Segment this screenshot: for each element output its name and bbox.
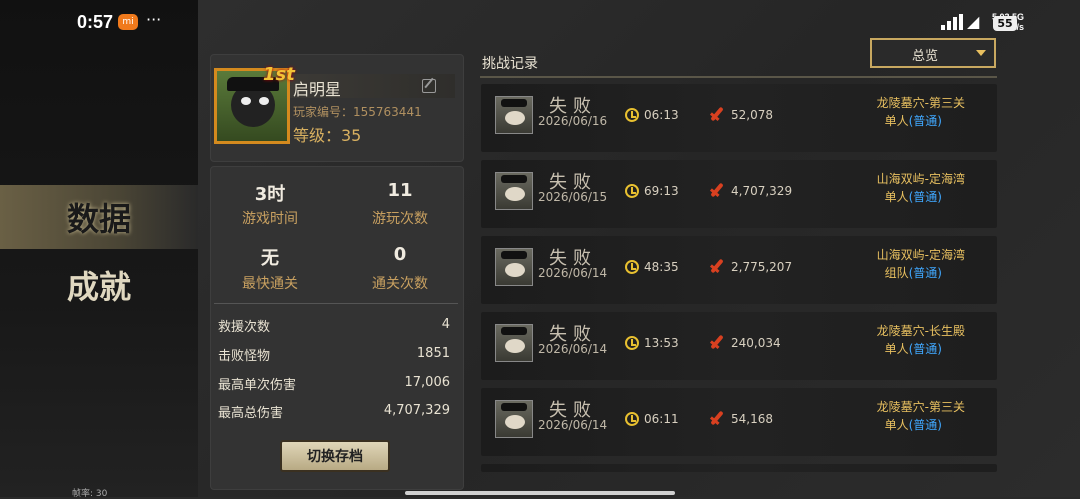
character-thumbnail <box>495 400 533 438</box>
record-difficulty: (普通) <box>908 190 942 204</box>
character-thumbnail <box>495 248 533 286</box>
records-title: 挑战记录 <box>482 56 538 72</box>
record-mode: 单人(普通) <box>885 416 942 433</box>
monsters-defeated-value: 1851 <box>416 346 450 361</box>
character-thumbnail <box>495 324 533 362</box>
divider <box>214 303 458 304</box>
record-row[interactable]: 失败 2026/06/14 13:53 240,034 龙陵墓穴-长生殿 单人(… <box>481 312 997 380</box>
record-date: 2026/06/14 <box>538 418 608 432</box>
record-mode-type: 单人 <box>884 342 909 356</box>
play-count-value: 11 <box>387 180 413 201</box>
signal-icon <box>941 14 963 30</box>
sidebar: 0:57 mi ··· 数据 成就 帧率: 30 <box>0 0 198 499</box>
record-time: 69:13 <box>644 184 679 198</box>
record-date: 2026/06/14 <box>538 342 608 356</box>
record-stage: 龙陵墓穴-第三关 <box>876 400 965 414</box>
record-damage: 54,168 <box>731 412 773 426</box>
play-time-value: 3时 <box>254 184 286 205</box>
fastest-clear-label: 最快通关 <box>242 276 298 292</box>
record-stage: 山海双屿-定海湾 <box>876 248 965 262</box>
mi-icon: mi <box>118 14 138 30</box>
sword-icon <box>710 334 724 350</box>
sword-icon <box>710 106 724 122</box>
rescue-count-label: 救援次数 <box>218 320 271 335</box>
record-difficulty: (普通) <box>908 342 942 356</box>
more-icon: ··· <box>146 10 162 29</box>
edit-icon[interactable] <box>422 79 436 93</box>
player-level: 等级：35 <box>293 126 362 145</box>
sidebar-item-achievements[interactable]: 成就 <box>0 253 198 317</box>
record-date: 2026/06/15 <box>538 190 608 204</box>
record-stage: 山海双屿-定海湾 <box>876 172 965 186</box>
record-stage: 龙陵墓穴-长生殿 <box>876 324 965 338</box>
clock-icon <box>625 108 639 122</box>
record-row-partial <box>481 464 997 472</box>
max-total-damage-label: 最高总伤害 <box>218 406 284 421</box>
rescue-count-value: 4 <box>441 317 450 332</box>
clock-icon <box>625 336 639 350</box>
record-date: 2026/06/14 <box>538 266 608 280</box>
record-row[interactable]: 失败 2026/06/15 69:13 4,707,329 山海双屿-定海湾 单… <box>481 160 997 228</box>
max-single-damage-label: 最高单次伤害 <box>218 378 297 393</box>
sidebar-item-data[interactable]: 数据 <box>0 185 198 249</box>
record-mode: 单人(普通) <box>885 112 942 129</box>
record-mode: 单人(普通) <box>885 340 942 357</box>
record-row[interactable]: 失败 2026/06/16 06:13 52,078 龙陵墓穴-第三关 单人(普… <box>481 84 997 152</box>
records-divider <box>480 76 997 78</box>
record-mode-type: 单人 <box>884 190 909 204</box>
sword-icon <box>710 182 724 198</box>
record-mode: 组队(普通) <box>885 264 942 281</box>
record-mode-type: 单人 <box>884 114 909 128</box>
player-id: 玩家编号：155763441 <box>293 105 422 119</box>
sword-icon <box>710 410 724 426</box>
clock-icon <box>625 184 639 198</box>
filter-dropdown[interactable]: 总览 <box>870 38 996 68</box>
record-difficulty: (普通) <box>908 266 942 280</box>
character-thumbnail <box>495 172 533 210</box>
max-single-damage-value: 17,006 <box>404 375 451 390</box>
sword-icon <box>710 258 724 274</box>
clock-icon <box>625 412 639 426</box>
record-time: 06:11 <box>644 412 679 426</box>
filter-dropdown-label: 总览 <box>912 49 939 64</box>
character-thumbnail <box>495 96 533 134</box>
play-time-label: 游戏时间 <box>242 211 298 227</box>
switch-save-button[interactable]: 切换存档 <box>280 440 390 472</box>
record-damage: 4,707,329 <box>731 184 793 198</box>
record-difficulty: (普通) <box>908 418 942 432</box>
record-row[interactable]: 失败 2026/06/14 06:11 54,168 龙陵墓穴-第三关 单人(普… <box>481 388 997 456</box>
record-stage: 龙陵墓穴-第三关 <box>876 96 965 110</box>
fastest-clear-value: 无 <box>261 248 279 269</box>
record-difficulty: (普通) <box>908 114 942 128</box>
max-total-damage-value: 4,707,329 <box>383 403 450 418</box>
home-indicator[interactable] <box>405 491 675 495</box>
rank-badge: 1st <box>263 64 295 85</box>
record-time: 48:35 <box>644 260 679 274</box>
fps-counter: 帧率: 30 <box>72 489 108 499</box>
clock-icon <box>625 260 639 274</box>
wifi-icon: ◢ <box>967 12 980 31</box>
record-mode-type: 单人 <box>884 418 909 432</box>
record-date: 2026/06/16 <box>538 114 608 128</box>
status-time: 0:57 <box>77 12 114 32</box>
record-time: 06:13 <box>644 108 679 122</box>
record-time: 13:53 <box>644 336 679 350</box>
monsters-defeated-label: 击败怪物 <box>218 349 271 364</box>
record-mode: 单人(普通) <box>885 188 942 205</box>
record-damage: 2,775,207 <box>731 260 793 274</box>
record-damage: 240,034 <box>731 336 781 350</box>
player-name: 启明星 <box>293 80 342 99</box>
clear-count-value: 0 <box>393 244 407 265</box>
battery-icon: 55 <box>993 16 1017 31</box>
clear-count-label: 通关次数 <box>372 276 428 292</box>
record-damage: 52,078 <box>731 108 773 122</box>
chevron-down-icon <box>976 50 986 56</box>
play-count-label: 游玩次数 <box>372 211 428 227</box>
record-row[interactable]: 失败 2026/06/14 48:35 2,775,207 山海双屿-定海湾 组… <box>481 236 997 304</box>
record-mode-type: 组队 <box>884 266 909 280</box>
